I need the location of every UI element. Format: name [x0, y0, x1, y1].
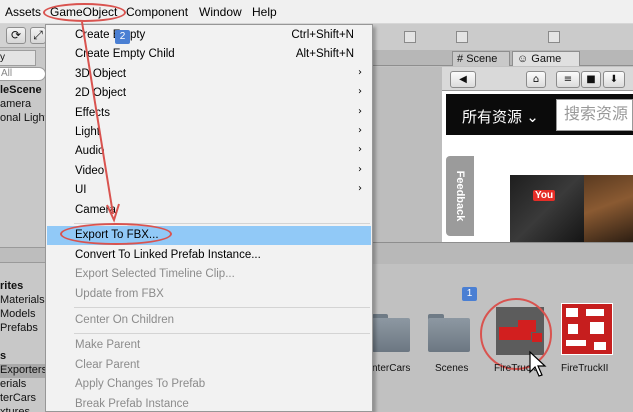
hierarchy-search-placeholder: All [1, 68, 13, 79]
project-models[interactable]: Models [0, 308, 35, 320]
menu-item-camera[interactable]: Camera [46, 201, 372, 220]
menu-item-update-from-fbx[interactable]: Update from FBX [46, 285, 372, 304]
menu-item-create-empty[interactable]: Create Empty Ctrl+Shift+N [46, 26, 372, 45]
menu-help[interactable]: Help [252, 5, 277, 19]
menu-item-convert-linked-prefab[interactable]: Convert To Linked Prefab Instance... [46, 246, 372, 265]
back-button[interactable]: ◀ [450, 71, 476, 88]
menu-separator [74, 307, 370, 308]
menu-item-apply-prefab[interactable]: Apply Changes To Prefab [46, 375, 372, 394]
chevron-down-icon: ⌄ [526, 109, 539, 126]
hierarchy-scene[interactable]: leScene [0, 84, 42, 96]
menu-item-ui[interactable]: UI › [46, 181, 372, 200]
project-assets-header[interactable]: s [0, 350, 6, 362]
download-button[interactable]: ⬇ [603, 71, 625, 88]
hierarchy-search-input[interactable]: All [0, 67, 46, 81]
menu-item-center-on-children[interactable]: Center On Children [46, 311, 372, 330]
menu-item-light[interactable]: Light › [46, 123, 372, 142]
project-materials2[interactable]: erials [0, 378, 26, 390]
tab-scene-label: Scene [466, 53, 498, 65]
menu-component[interactable]: Component [126, 5, 188, 19]
menu-item-export-timeline-clip[interactable]: Export Selected Timeline Clip... [46, 265, 372, 284]
store-video-thumbnail[interactable] [510, 175, 584, 243]
asset-label-cars: nterCars [372, 363, 411, 374]
menu-gameobject[interactable]: GameObject [46, 5, 121, 19]
chevron-right-icon: › [358, 106, 362, 117]
menubar: Assets GameObject Component Window Help [0, 0, 633, 24]
firetruck-texture-icon[interactable] [561, 303, 613, 355]
menu-item-effects[interactable]: Effects › [46, 104, 372, 123]
game-tab-icon: ☺ [517, 53, 529, 65]
scale-tool-icon[interactable]: ⤢ [30, 27, 46, 44]
menu-item-create-empty-child[interactable]: Create Empty Child Alt+Shift+N [46, 45, 372, 64]
menu-assets[interactable]: Assets [5, 5, 41, 19]
tool-strip: ⟳ ⤢ [0, 24, 48, 48]
step-badge-2: 2 [115, 30, 130, 44]
hierarchy-tab[interactable]: y [0, 50, 36, 66]
asset-label-scenes: Scenes [435, 363, 469, 374]
hierarchy-camera[interactable]: amera [0, 98, 31, 110]
menu-separator [74, 223, 370, 224]
toolbar-square-icon[interactable] [548, 31, 560, 43]
toolbar-right [372, 24, 633, 50]
all-resources-dropdown[interactable]: 所有资源 ⌄ [462, 106, 539, 127]
youtube-logo: You [533, 190, 556, 201]
chevron-right-icon: › [358, 144, 362, 155]
chevron-right-icon: › [358, 86, 362, 97]
menu-item-clear-parent[interactable]: Clear Parent [46, 356, 372, 375]
menu-window[interactable]: Window [199, 5, 242, 19]
tab-game-label: Game [531, 53, 562, 65]
toolbar-square-icon[interactable] [456, 31, 468, 43]
tab-game[interactable]: ☺ Game [512, 51, 580, 66]
feedback-label: Feedback [454, 170, 466, 222]
chevron-right-icon: › [358, 67, 362, 78]
menu-item-make-parent[interactable]: Make Parent [46, 336, 372, 355]
all-resources-label: 所有资源 [462, 109, 523, 126]
mouse-cursor-icon [529, 350, 547, 377]
menu-separator [74, 333, 370, 334]
view-tabbar: # Scene ☺ Game [372, 50, 633, 66]
gameobject-menu: Create Empty Ctrl+Shift+N Create Empty Ch… [45, 24, 373, 412]
asset-label-firetruck-ii: FireTruckII [561, 363, 609, 374]
feedback-tab[interactable]: Feedback [446, 156, 474, 236]
project-cars[interactable]: terCars [0, 392, 36, 404]
menu-item-export-to-fbx[interactable]: Export To FBX... [47, 226, 371, 245]
step-badge-1: 1 [462, 287, 477, 301]
list-button[interactable]: ≡ [556, 71, 580, 88]
chevron-right-icon: › [358, 164, 362, 175]
chevron-right-icon: › [358, 125, 362, 136]
firetruck-model-icon[interactable] [496, 307, 544, 355]
chevron-right-icon: › [358, 183, 362, 194]
project-textures[interactable]: xtures [0, 406, 30, 412]
menu-item-3d-object[interactable]: 3D Object › [46, 65, 372, 84]
toolbar-square-icon[interactable] [404, 31, 416, 43]
menu-item-video[interactable]: Video › [46, 162, 372, 181]
store-navbar: ◀ ⌂ ≡ ■ ⬇ [442, 67, 633, 91]
home-button[interactable]: ⌂ [526, 71, 546, 88]
refresh-tool-icon[interactable]: ⟳ [6, 27, 26, 44]
project-favorites[interactable]: rites [0, 280, 23, 292]
store-search-input[interactable]: 搜索资源 [556, 99, 633, 131]
folder-icon[interactable] [428, 314, 470, 352]
menu-item-audio[interactable]: Audio › [46, 142, 372, 161]
project-materials[interactable]: Materials [0, 294, 45, 306]
project-toolbar [372, 242, 633, 264]
tab-scene[interactable]: # Scene [452, 51, 510, 66]
scene-tab-icon: # [457, 53, 464, 65]
project-tab-strip [0, 247, 48, 263]
menu-item-break-prefab[interactable]: Break Prefab Instance [46, 395, 372, 412]
store-search-placeholder: 搜索资源 [564, 106, 629, 123]
bookmark-button[interactable]: ■ [581, 71, 601, 88]
store-image-thumbnail[interactable] [584, 175, 633, 243]
left-panel [0, 24, 48, 412]
project-exporters[interactable]: Exporters [0, 364, 47, 376]
folder-icon[interactable] [372, 314, 410, 352]
menu-item-2d-object[interactable]: 2D Object › [46, 84, 372, 103]
hierarchy-light[interactable]: onal Light [0, 112, 48, 124]
project-prefabs[interactable]: Prefabs [0, 322, 38, 334]
scene-view-left [372, 67, 442, 242]
